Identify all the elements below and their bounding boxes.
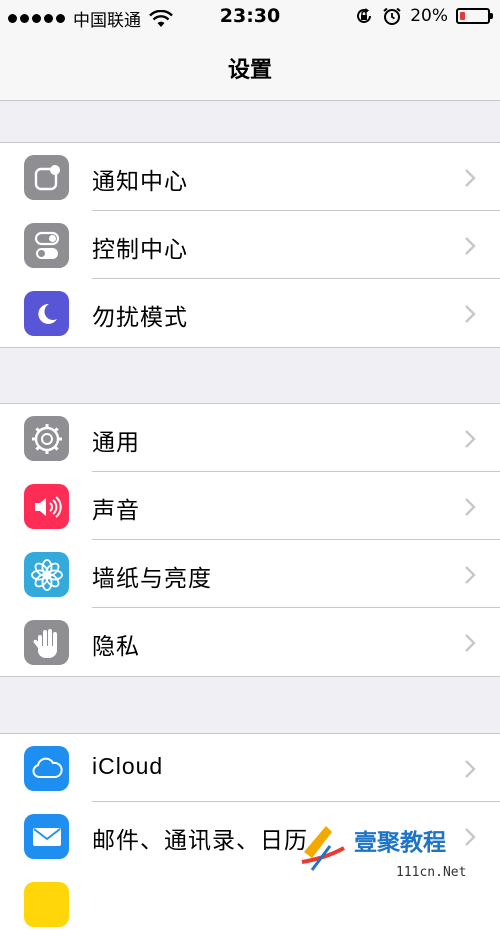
alarm-icon <box>383 7 401 25</box>
settings-row-sounds[interactable]: 声音 <box>0 472 500 540</box>
watermark-text: 壹聚教程 <box>354 829 446 856</box>
settings-row-label: 通用 <box>92 430 140 456</box>
battery-icon <box>456 8 493 24</box>
settings-row-icloud[interactable]: iCloud <box>0 734 500 802</box>
chevron-right-icon <box>465 760 476 778</box>
settings-group-1: 通知中心 控制中心 勿扰模式 <box>0 142 500 348</box>
settings-row-general[interactable]: 通用 <box>0 404 500 472</box>
cloud-icon <box>24 746 69 791</box>
settings-row-privacy[interactable]: 隐私 <box>0 608 500 676</box>
settings-row-label: 隐私 <box>92 634 140 660</box>
hand-icon <box>24 620 69 665</box>
settings-row-control-center[interactable]: 控制中心 <box>0 211 500 279</box>
settings-row-do-not-disturb[interactable]: 勿扰模式 <box>0 279 500 347</box>
notification-center-icon <box>24 155 69 200</box>
chevron-right-icon <box>465 566 476 584</box>
page-title: 设置 <box>227 58 272 83</box>
settings-row-label: iCloud <box>92 753 164 779</box>
settings-row-wallpaper-brightness[interactable]: 墙纸与亮度 <box>0 540 500 608</box>
settings-row-label: 通知中心 <box>92 169 188 195</box>
flower-icon <box>24 552 69 597</box>
battery-percent: 20% <box>410 6 448 26</box>
settings-row-label: 控制中心 <box>92 237 188 263</box>
chevron-right-icon <box>465 237 476 255</box>
speaker-icon <box>24 484 69 529</box>
chevron-right-icon <box>465 430 476 448</box>
gear-icon <box>24 416 69 461</box>
chevron-right-icon <box>465 169 476 187</box>
settings-row-label: 邮件、通讯录、日历 <box>92 828 308 854</box>
settings-group-2: 通用 声音 墙纸与亮度 隐私 <box>0 403 500 677</box>
watermark-url: 111cn.Net <box>396 865 466 880</box>
watermark-logo: 壹聚教程 111cn.Net <box>301 826 466 880</box>
moon-icon <box>24 291 69 336</box>
settings-row-label: 声音 <box>92 498 140 524</box>
control-center-icon <box>24 223 69 268</box>
settings-row-notification-center[interactable]: 通知中心 <box>0 143 500 211</box>
notes-icon <box>24 882 69 927</box>
status-bar: 中国联通 23:30 20% <box>0 0 500 34</box>
chevron-right-icon <box>465 305 476 323</box>
navigation-bar: 设置 <box>0 34 500 101</box>
chevron-right-icon <box>465 498 476 516</box>
rotation-lock-icon <box>357 8 372 23</box>
settings-row-label: 墙纸与亮度 <box>92 566 212 592</box>
mail-icon <box>24 814 69 859</box>
chevron-right-icon <box>465 634 476 652</box>
settings-row-label: 勿扰模式 <box>92 305 188 331</box>
